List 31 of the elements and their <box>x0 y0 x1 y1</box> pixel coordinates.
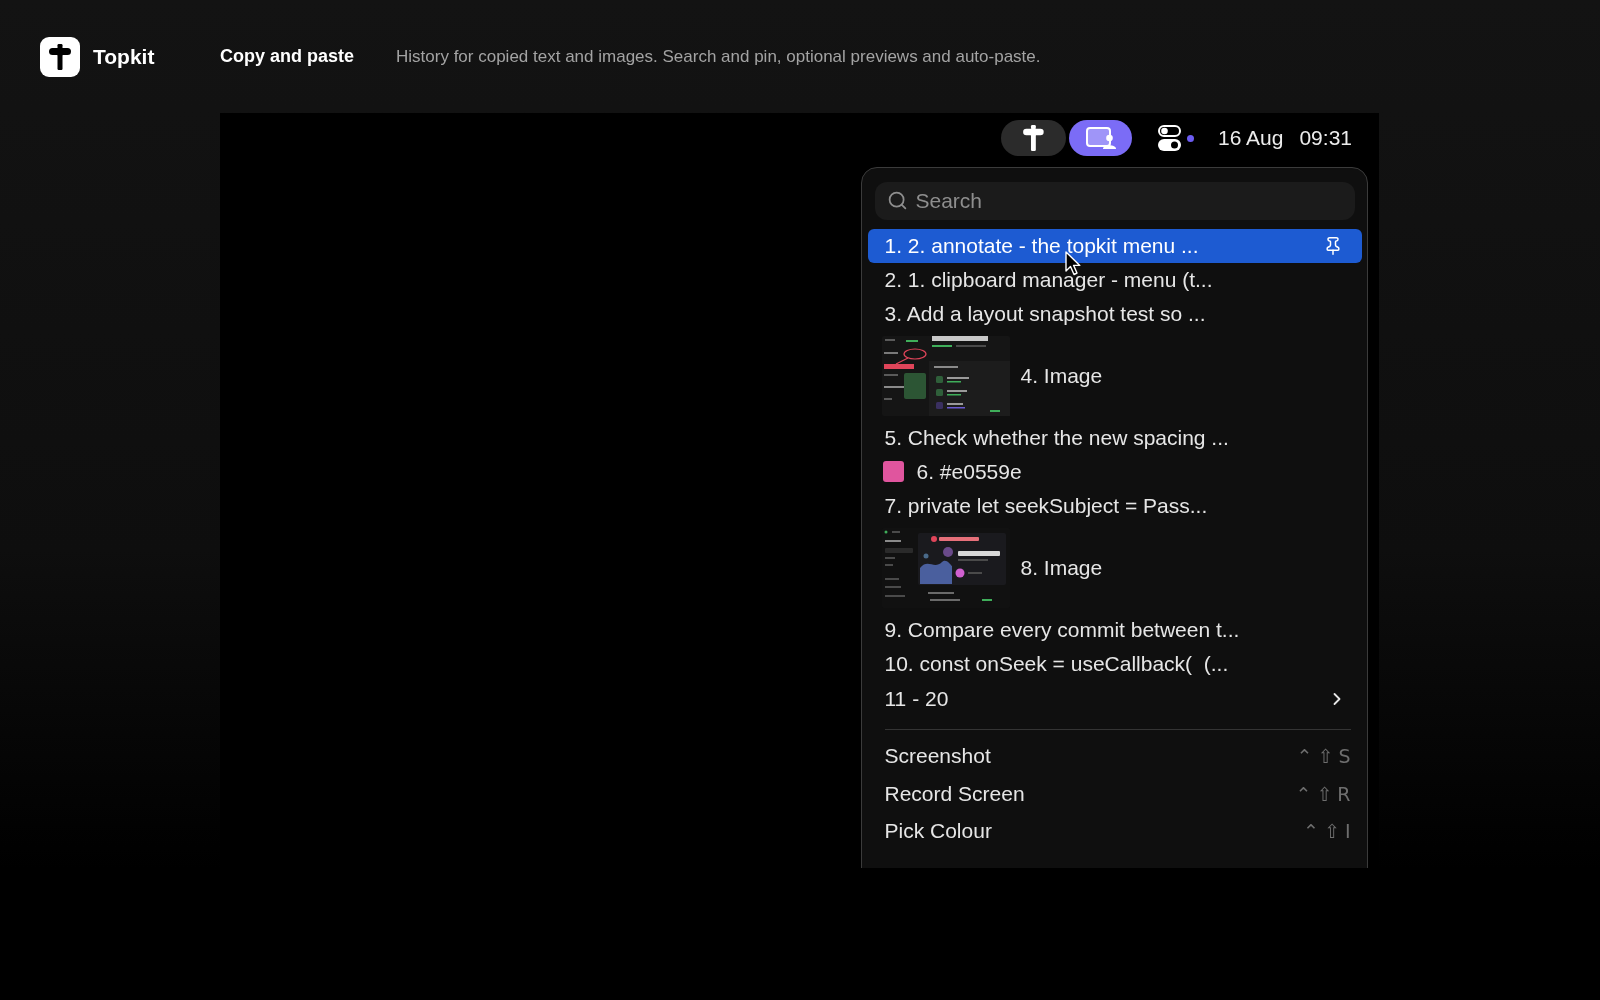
history-item[interactable]: 8. Image <box>867 522 1362 613</box>
keyboard-shortcut: ⌃ ⇧ I <box>1303 820 1351 843</box>
page-description: History for copied text and images. Search and pin, optional previews and auto-paste. <box>396 46 1041 67</box>
keyboard-shortcut: ⌃ ⇧ S <box>1296 745 1351 768</box>
history-item[interactable]: 10. const onSeek = useCallback( (... <box>867 646 1362 681</box>
history-item[interactable]: 1. 2. annotate - the topkit menu ... <box>867 228 1362 263</box>
menu-item[interactable]: Pick Colour ⌃ ⇧ I <box>867 812 1362 850</box>
menu-bar-button[interactable] <box>1001 120 1067 156</box>
toggles-icon <box>1158 125 1182 151</box>
logo-icon <box>1023 125 1044 151</box>
history-item[interactable]: 7. private let seekSubject = Pass... <box>867 488 1362 523</box>
history-item[interactable]: 5. Check whether the new spacing ... <box>867 420 1362 455</box>
history-item[interactable]: 9. Compare every commit between t... <box>867 612 1362 647</box>
menu-bar-time: 09:31 <box>1299 126 1352 150</box>
history-item[interactable]: 3. Add a layout snapshot test so ... <box>867 296 1362 331</box>
page-title: Copy and paste <box>220 46 355 67</box>
search-icon <box>886 190 908 211</box>
history-item[interactable]: 2. 1. clipboard manager - menu (t... <box>867 262 1362 297</box>
screen-person-icon <box>1085 127 1116 149</box>
menu-item[interactable]: Screenshot ⌃ ⇧ S <box>867 737 1362 775</box>
menu-item[interactable]: Record Screen ⌃ ⇧ R <box>867 775 1362 813</box>
status-dot-icon <box>1187 134 1195 142</box>
search-field[interactable]: Search <box>874 181 1355 220</box>
menu-bar-button[interactable] <box>1069 120 1133 156</box>
brand-name: Topkit <box>93 44 155 69</box>
keyboard-shortcut: ⌃ ⇧ R <box>1295 782 1351 805</box>
logo-icon <box>40 36 80 77</box>
history-item[interactable]: 6. #e0559e <box>867 454 1362 489</box>
history-item[interactable]: 4. Image <box>867 330 1362 421</box>
submenu-item[interactable]: 11 - 20 <box>867 680 1362 717</box>
menu-bar-date: 16 Aug <box>1218 126 1284 150</box>
